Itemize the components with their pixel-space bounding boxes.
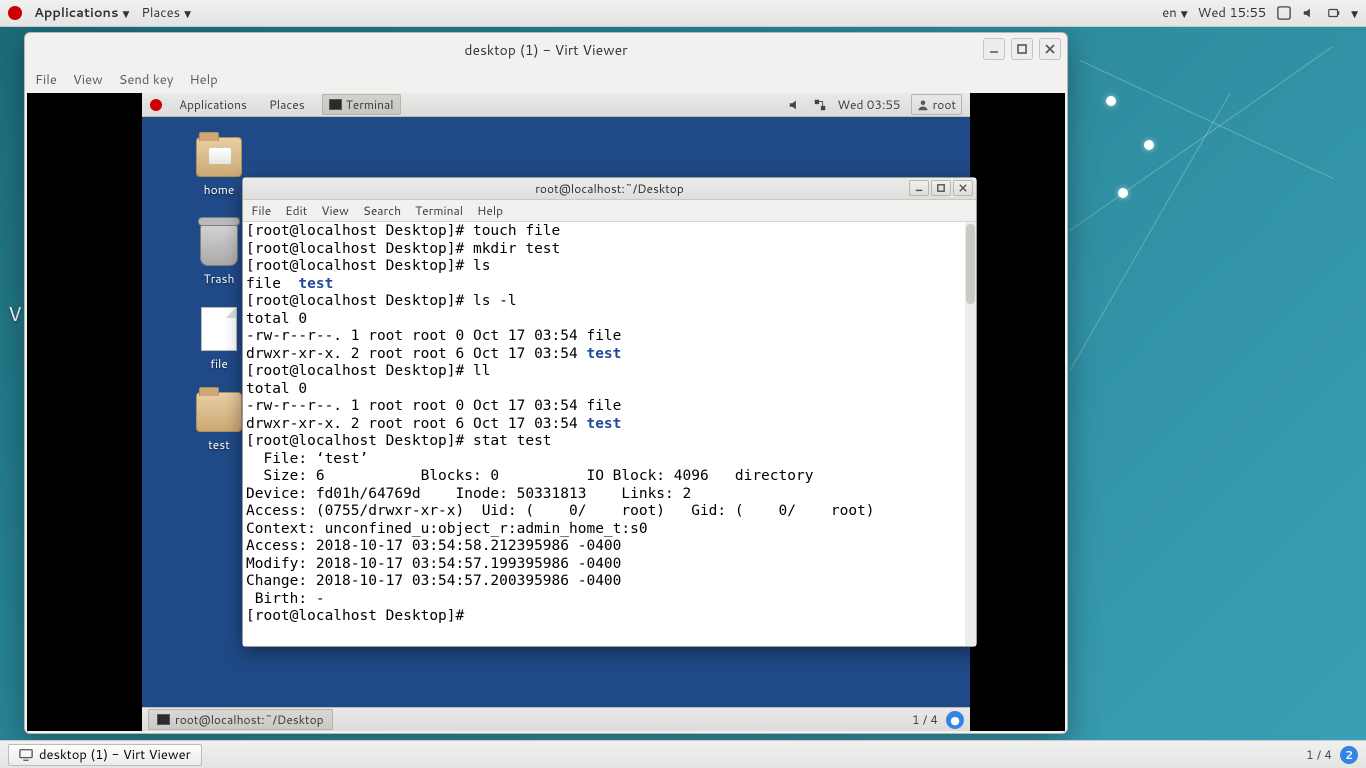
guest-bottom-panel: root@localhost:~/Desktop 1 / 4 ● (142, 707, 970, 731)
terminal-menu-edit[interactable]: Edit (285, 202, 307, 219)
user-icon (917, 99, 929, 111)
terminal-scrollbar[interactable] (965, 222, 976, 646)
guest-user-menu[interactable]: root (911, 94, 962, 115)
terminal-menu-terminal[interactable]: Terminal (415, 202, 463, 219)
terminal-titlebar[interactable]: root@localhost:~/Desktop (243, 178, 976, 200)
terminal-body[interactable]: [root@localhost Desktop]# touch file [ro… (243, 222, 976, 646)
trash-icon (200, 222, 238, 266)
virt-titlebar[interactable]: desktop (1) - Virt Viewer (25, 33, 1067, 67)
host-places-menu[interactable]: Places▼ (141, 4, 191, 22)
terminal-title: root@localhost:~/Desktop (535, 180, 684, 197)
guest-taskbar-item[interactable]: root@localhost:~/Desktop (148, 709, 333, 730)
guest-pager-text: 1 / 4 (912, 711, 938, 728)
virt-viewer-window: desktop (1) - Virt Viewer File View Send… (24, 32, 1068, 734)
accessibility-icon[interactable] (1276, 6, 1291, 21)
virt-title: desktop (1) - Virt Viewer (464, 40, 627, 60)
folder-icon (196, 392, 242, 432)
guest-clock[interactable]: Wed 03:55 (837, 96, 900, 113)
terminal-menu-help[interactable]: Help (477, 202, 503, 219)
monitor-icon (19, 748, 33, 762)
virt-close-button[interactable] (1039, 38, 1061, 60)
terminal-menubar: File Edit View Search Terminal Help (243, 200, 976, 222)
virt-menu-sendkey[interactable]: Send key (119, 71, 174, 89)
host-bottom-panel: desktop (1) - Virt Viewer 1 / 4 2 (0, 740, 1366, 768)
battery-icon[interactable] (1326, 6, 1341, 21)
host-applications-menu[interactable]: Applications▼ (34, 4, 129, 22)
host-top-panel: Applications▼ Places▼ en▼ Wed 15:55 ▼ (0, 0, 1366, 27)
terminal-window: root@localhost:~/Desktop File Edit View … (242, 177, 977, 647)
guest-display-area: Applications Places Terminal Wed 03:55 r… (27, 93, 1065, 731)
terminal-menu-view[interactable]: View (321, 202, 349, 219)
host-taskbar-virt-viewer[interactable]: desktop (1) - Virt Viewer (8, 744, 202, 766)
terminal-close-button[interactable] (953, 180, 973, 196)
virt-menu-view[interactable]: View (73, 71, 103, 89)
virt-maximize-button[interactable] (1011, 38, 1033, 60)
guest-applications-menu[interactable]: Applications (174, 95, 252, 114)
host-pager-text: 1 / 4 (1306, 746, 1332, 763)
virt-menu-help[interactable]: Help (189, 71, 217, 89)
guest-top-panel: Applications Places Terminal Wed 03:55 r… (142, 93, 970, 117)
terminal-minimize-button[interactable] (909, 180, 929, 196)
host-lang-indicator[interactable]: en▼ (1162, 4, 1187, 22)
guest-desktop[interactable]: home Trash file test root@localh (142, 117, 970, 707)
guest-volume-icon[interactable] (787, 97, 802, 112)
virt-menubar: File View Send key Help (25, 67, 1067, 93)
host-clock[interactable]: Wed 15:55 (1198, 4, 1266, 22)
redhat-icon (8, 6, 22, 20)
terminal-icon (157, 714, 170, 725)
guest-places-menu[interactable]: Places (264, 95, 310, 114)
virt-minimize-button[interactable] (983, 38, 1005, 60)
terminal-menu-file[interactable]: File (251, 202, 271, 219)
volume-icon[interactable] (1301, 6, 1316, 21)
guest-panel-active-task[interactable]: Terminal (322, 94, 401, 115)
guest-screen: Applications Places Terminal Wed 03:55 r… (142, 93, 970, 731)
guest-redhat-icon (150, 99, 162, 111)
system-menu-chevron-icon[interactable]: ▼ (1351, 7, 1358, 20)
terminal-scroll-thumb[interactable] (966, 224, 975, 304)
terminal-maximize-button[interactable] (931, 180, 951, 196)
terminal-icon (329, 99, 342, 110)
terminal-menu-search[interactable]: Search (363, 202, 401, 219)
virt-menu-file[interactable]: File (35, 71, 57, 89)
host-workspace-badge-icon[interactable]: 2 (1340, 746, 1358, 764)
guest-workspace-badge-icon[interactable]: ● (946, 711, 964, 729)
guest-network-icon[interactable] (812, 97, 827, 112)
folder-home-icon (196, 137, 242, 177)
file-icon (201, 307, 237, 351)
background-hint-letter: V (8, 300, 22, 328)
